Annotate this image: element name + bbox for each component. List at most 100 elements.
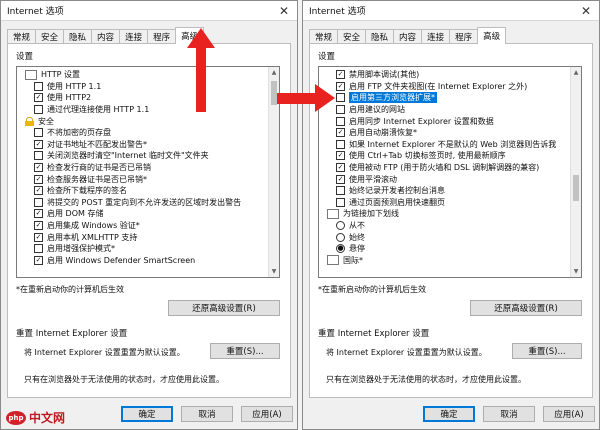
tab-0[interactable]: 常规 [309,29,339,44]
tab-4[interactable]: 连接 [421,29,451,44]
radio-button[interactable]: ● [336,244,345,254]
apply-button[interactable]: 应用(A) [543,406,595,422]
scroll-down-icon[interactable]: ▼ [269,266,279,277]
list-item[interactable]: 启用第三方浏览器扩展* [319,92,570,104]
list-item[interactable]: 不将加密的页存盘 [17,127,268,139]
tab-3[interactable]: 内容 [91,29,121,44]
folder-icon [25,69,37,80]
checkbox[interactable]: ✓ [336,70,345,80]
item-label: 从不 [349,221,365,231]
checkbox[interactable]: ✓ [34,93,43,103]
item-label: 悬停 [349,244,365,254]
checkbox[interactable]: ✓ [336,163,345,173]
cancel-button[interactable]: 取消 [483,406,535,422]
checkbox[interactable]: ✓ [34,163,43,173]
list-item[interactable]: 启用建议的网站 [319,104,570,116]
checkbox[interactable]: ✓ [336,128,345,138]
list-item[interactable]: ✓ 检查服务器证书是否已吊销* [17,173,268,185]
list-item[interactable]: ✓ 启用 Windows Defender SmartScreen [17,255,268,267]
list-item[interactable]: ✓ 启用本机 XMLHTTP 支持 [17,231,268,243]
checkbox[interactable]: ✓ [34,221,43,231]
checkbox[interactable]: ✓ [336,174,345,184]
restore-advanced-button[interactable]: 还原高级设置(R) [168,300,280,316]
list-item[interactable]: 启用增强保护模式* [17,243,268,255]
list-item[interactable]: ✓ 启用自动崩溃恢复* [319,127,570,139]
checkbox[interactable] [34,151,43,161]
close-icon[interactable]: ✕ [573,4,599,18]
list-item[interactable]: ✓ 启用集成 Windows 验证* [17,220,268,232]
apply-button[interactable]: 应用(A) [241,406,293,422]
checkbox[interactable] [34,128,43,138]
tab-6[interactable]: 高级 [477,27,507,44]
checkbox[interactable]: ✓ [34,232,43,242]
checkbox[interactable]: ✓ [336,151,345,161]
tab-1[interactable]: 安全 [337,29,367,44]
checkbox[interactable] [34,244,43,254]
radio-button[interactable] [336,221,345,231]
checkbox[interactable]: ✓ [34,209,43,219]
list-item[interactable]: 将提交的 POST 重定向到不允许发送的区域时发出警告 [17,197,268,209]
list-item[interactable]: ✓ 启用 FTP 文件夹视图(在 Internet Explorer 之外) [319,81,570,93]
tab-5[interactable]: 程序 [449,29,479,44]
item-label: 启用第三方浏览器扩展* [349,92,437,104]
list-item[interactable]: 如果 Internet Explorer 不是默认的 Web 浏览器则告诉我 [319,139,570,151]
cancel-button[interactable]: 取消 [181,406,233,422]
tab-2[interactable]: 隐私 [63,29,93,44]
checkbox[interactable]: ✓ [34,186,43,196]
list-item[interactable]: ✓ 检查所下载程序的签名 [17,185,268,197]
list-item[interactable]: ✓ 使用 Ctrl+Tab 切换标签页时, 使用最新顺序 [319,150,570,162]
list-item[interactable]: 启用同步 Internet Explorer 设置和数据 [319,115,570,127]
settings-listbox[interactable]: HTTP 设置 使用 HTTP 1.1 ✓ 使用 HTTP2 通过代理连接使用 HTTP… [16,66,280,278]
radio-button[interactable] [336,232,345,242]
checkbox[interactable]: ✓ [336,81,345,91]
list-item[interactable]: ● 悬停 [319,243,570,255]
tab-1[interactable]: 安全 [35,29,65,44]
list-item[interactable]: ✓ 禁用脚本调试(其他) [319,69,570,81]
reset-button[interactable]: 重置(S)... [512,343,582,359]
checkbox[interactable] [336,116,345,126]
list-item[interactable]: ✓ 使用平滑滚动 [319,173,570,185]
checkbox[interactable] [34,105,43,115]
list-item[interactable]: ✓ 启用 DOM 存储 [17,208,268,220]
list-item[interactable]: 通过页面预测启用快速翻页 [319,197,570,209]
reset-button[interactable]: 重置(S)... [210,343,280,359]
checkbox[interactable] [34,197,43,207]
checkbox[interactable]: ✓ [34,139,43,149]
window-title: Internet 选项 [309,7,366,17]
list-item[interactable]: 始终记录开发者控制台消息 [319,185,570,197]
checkbox[interactable]: ✓ [34,174,43,184]
scroll-down-icon[interactable]: ▼ [571,266,581,277]
list-item[interactable]: ✓ 对证书地址不匹配发出警告* [17,139,268,151]
close-icon[interactable]: ✕ [271,4,297,18]
vertical-scrollbar[interactable]: ▲ ▼ [570,67,581,277]
list-item[interactable]: ✓ 使用 HTTP2 [17,92,268,104]
restore-advanced-button[interactable]: 还原高级设置(R) [470,300,582,316]
scroll-thumb[interactable] [573,175,579,201]
tab-strip: 常规安全隐私内容连接程序高级 [309,27,593,44]
list-item[interactable]: 从不 [319,220,570,232]
checkbox[interactable] [336,186,345,196]
ok-button[interactable]: 确定 [121,406,173,422]
list-item[interactable]: 关闭浏览器时清空"Internet 临时文件"文件夹 [17,150,268,162]
list-item[interactable]: 始终 [319,231,570,243]
settings-listbox[interactable]: ✓ 禁用脚本调试(其他) ✓ 启用 FTP 文件夹视图(在 Internet Expl… [318,66,582,278]
scroll-up-icon[interactable]: ▲ [269,67,279,78]
list-item[interactable]: ✓ 检查发行商的证书是否已吊销 [17,162,268,174]
tab-5[interactable]: 程序 [147,29,177,44]
tab-3[interactable]: 内容 [393,29,423,44]
checkbox[interactable] [336,197,345,207]
checkbox[interactable] [34,81,43,91]
list-item[interactable]: 通过代理连接使用 HTTP 1.1 [17,104,268,116]
ok-button[interactable]: 确定 [423,406,475,422]
checkbox[interactable] [336,105,345,115]
tab-0[interactable]: 常规 [7,29,37,44]
watermark-text: 中文网 [29,411,66,425]
tab-2[interactable]: 隐私 [365,29,395,44]
tab-4[interactable]: 连接 [119,29,149,44]
checkbox[interactable]: ✓ [34,255,43,265]
checkbox[interactable] [336,93,345,103]
scroll-up-icon[interactable]: ▲ [571,67,581,78]
checkbox[interactable] [336,139,345,149]
list-item[interactable]: 使用 HTTP 1.1 [17,81,268,93]
list-item[interactable]: ✓ 使用被动 FTP (用于防火墙和 DSL 调制解调器的兼容) [319,162,570,174]
